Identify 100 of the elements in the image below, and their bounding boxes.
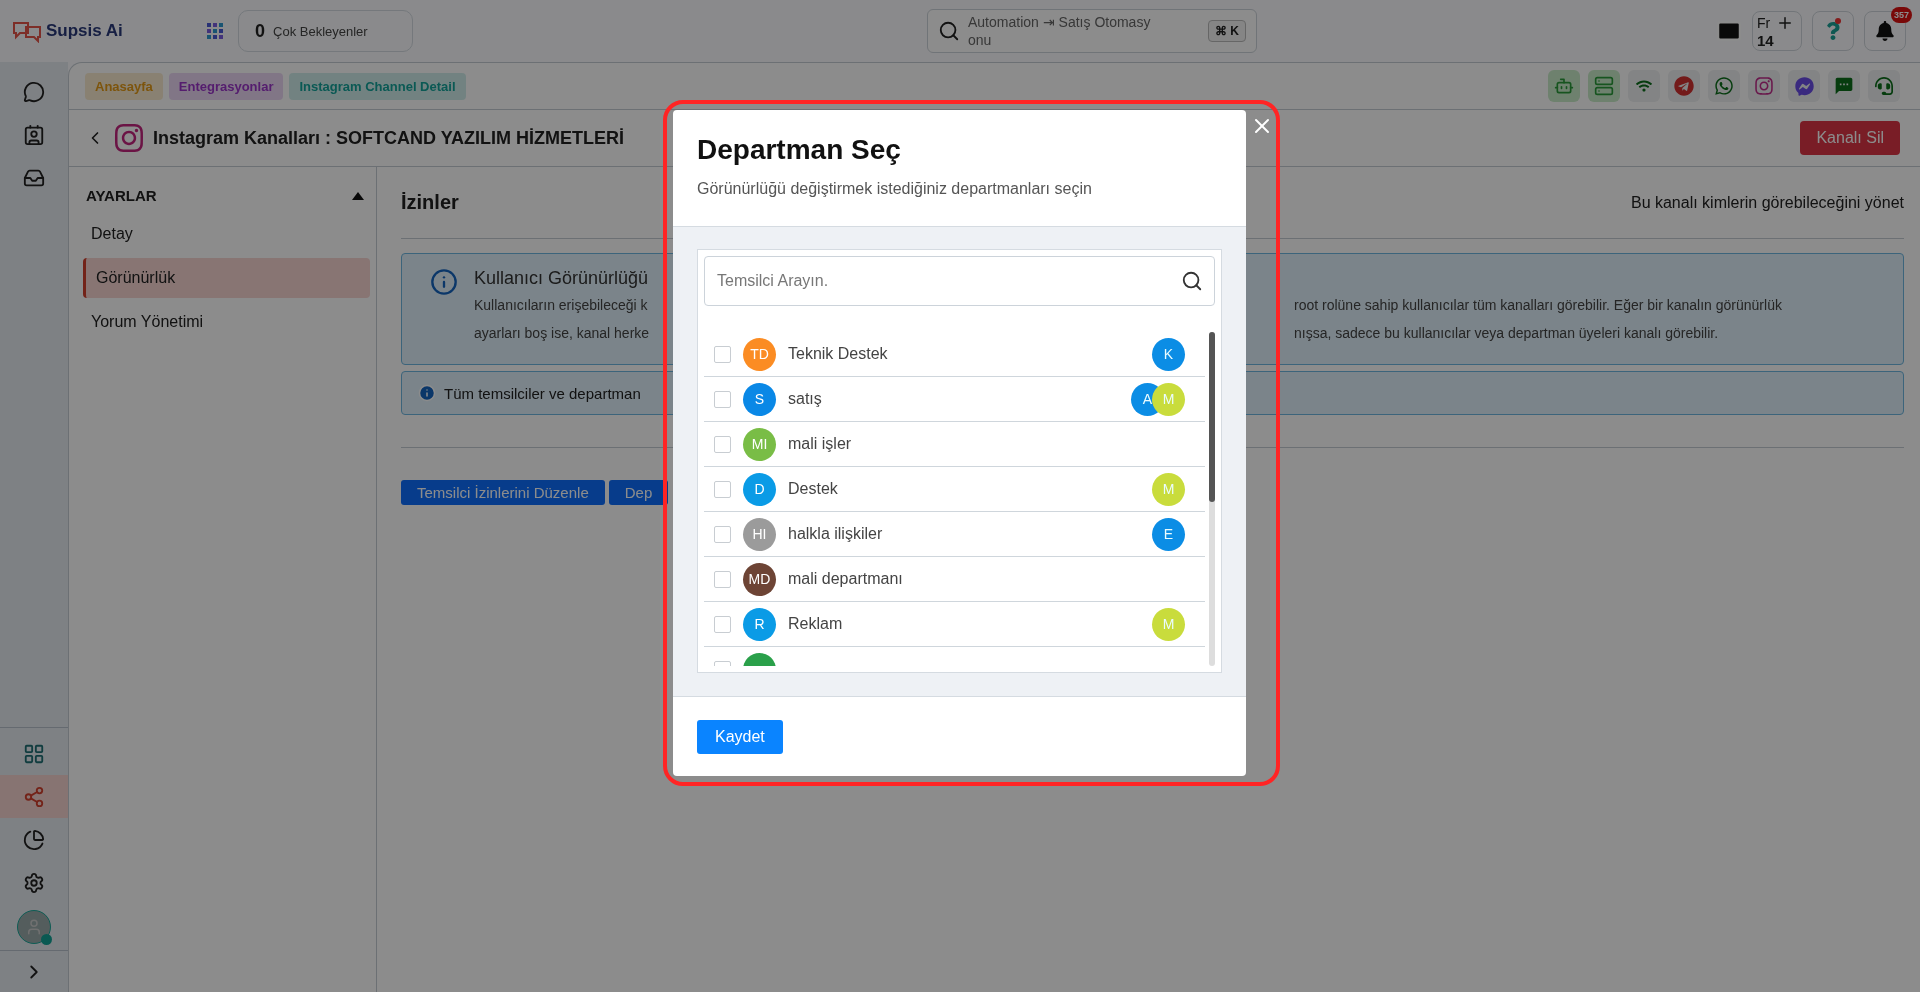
caret-icon[interactable] — [352, 191, 364, 200]
section-subtitle: Bu kanalı kimlerin görebileceğini yönet — [1630, 193, 1904, 212]
server-icon — [1594, 76, 1614, 96]
member-avatar: M — [1152, 472, 1185, 506]
profile-avatar[interactable] — [17, 910, 51, 944]
department-row[interactable]: S satış A M — [704, 377, 1205, 422]
search-text: Automation ⇥ Satış Otomasyonu — [968, 13, 1152, 49]
channel-button[interactable] — [1788, 70, 1820, 102]
scrollbar[interactable] — [1209, 332, 1215, 666]
edit-button[interactable]: Dep — [608, 480, 669, 505]
logo-text: Supsis Ai — [46, 21, 123, 41]
department-avatar: MI — [743, 427, 776, 461]
question-icon — [1824, 22, 1842, 40]
calendar-day: Fr — [1757, 15, 1777, 31]
checkbox[interactable] — [714, 345, 731, 363]
share-icon — [23, 785, 45, 808]
department-name: Reklam — [788, 615, 843, 633]
department-row[interactable]: D Destek M — [704, 467, 1205, 512]
headset-icon — [1875, 77, 1893, 95]
info-title: Kullanıcı Görünürlüğü — [474, 268, 649, 289]
shortcut-key: ⌘ K — [1208, 20, 1246, 42]
waiting-button[interactable]: 0 Çok Bekleyenler — [238, 10, 413, 52]
calendar-button[interactable]: Fr 14 — [1752, 11, 1802, 51]
channel-button[interactable] — [1708, 70, 1740, 102]
department-name: mali işler — [788, 435, 852, 453]
department-name: halkla ilişkiler — [788, 525, 883, 543]
wifi-icon — [1636, 78, 1652, 94]
department-row[interactable]: TD Teknik Destek K — [704, 332, 1205, 377]
nav-button[interactable] — [0, 775, 68, 818]
bell-icon — [1875, 21, 1895, 41]
channel-button[interactable] — [1668, 70, 1700, 102]
department-row[interactable]: MD mali departmanı — [704, 557, 1205, 602]
search-icon — [938, 20, 960, 42]
checkbox[interactable] — [714, 480, 731, 498]
search-icon — [1181, 270, 1203, 292]
settings-item[interactable]: Yorum Yönetimi — [83, 302, 370, 342]
department-avatar: TD — [743, 337, 776, 371]
member-avatar: M — [1152, 607, 1185, 641]
waiting-label: Çok Bekleyenler — [273, 23, 368, 39]
grid-icon — [23, 742, 45, 765]
save-button[interactable]: Kaydet — [697, 719, 783, 754]
department-row[interactable]: HI halkla ilişkiler E — [704, 512, 1205, 557]
department-avatar: D — [743, 472, 776, 506]
checkbox[interactable] — [714, 435, 731, 453]
channel-button[interactable] — [1828, 70, 1860, 102]
info-text: root rolüne sahip kullanıcılar tüm kanalları görebilir. Eğer bir kanalın görünürlük — [1294, 296, 1782, 315]
person-icon — [25, 918, 43, 936]
page-title: Instagram Kanalları : SOFTCAND YAZILIM HİZMETLERİ — [153, 127, 625, 149]
lightning-bubble-icon — [1794, 76, 1814, 96]
alert-dot — [1835, 18, 1841, 24]
checkbox[interactable] — [714, 390, 731, 408]
notification-count: 357 — [1890, 7, 1912, 23]
camera-icon — [113, 122, 145, 154]
department-row[interactable]: R Reklam M — [704, 602, 1205, 647]
info-text: nışsa, sadece bu kullanıcılar veya departman üyeleri kanalı görebilir. — [1294, 324, 1720, 343]
department-name: Teknik Destek — [788, 345, 888, 363]
department-avatar: MD — [743, 562, 776, 596]
search-field[interactable]: Automation ⇥ Satış Otomasyonu ⌘ K — [927, 9, 1257, 53]
checkbox[interactable] — [714, 570, 731, 588]
checkbox[interactable] — [714, 525, 731, 543]
calendar-date: 14 — [1757, 32, 1775, 48]
settings-item[interactable]: Detay — [83, 214, 370, 254]
waiting-count: 0 — [255, 20, 265, 42]
pie-chart-icon — [23, 828, 45, 851]
help-button[interactable] — [1812, 11, 1854, 51]
logo-icon — [12, 19, 42, 43]
dialog-subtitle: Görünürlüğü değiştirmek istediğiniz departmanları seçin — [697, 180, 1093, 198]
department-name: satış — [788, 390, 822, 408]
member-avatar: K — [1152, 337, 1185, 371]
dialog-title: Departman Seç — [697, 134, 902, 166]
channel-button[interactable] — [1628, 70, 1660, 102]
channel-button[interactable] — [1868, 70, 1900, 102]
channel-button[interactable] — [1748, 70, 1780, 102]
paper-plane-icon — [1674, 76, 1694, 96]
channel-button[interactable] — [1588, 70, 1620, 102]
checkbox[interactable] — [714, 615, 731, 633]
department-name: Destek — [788, 480, 838, 498]
notice-text: Tüm temsilciler ve departman — [444, 384, 641, 402]
edit-button[interactable]: Temsilci İzinlerini Düzenle — [401, 480, 605, 505]
settings-heading: AYARLAR — [86, 187, 157, 204]
robot-icon — [1554, 76, 1574, 96]
chat-bubble-icon — [1834, 76, 1854, 96]
member-avatar: E — [1152, 517, 1185, 551]
delete-channel-button[interactable]: Kanalı Sil — [1800, 121, 1900, 155]
search-field[interactable]: Temsilci Arayın. — [704, 256, 1215, 306]
apps-grid-icon[interactable] — [206, 22, 224, 40]
section-title: İzinler — [401, 191, 459, 214]
channel-button[interactable] — [1548, 70, 1580, 102]
department-row[interactable]: MI mali işler — [704, 422, 1205, 467]
member-avatar: M — [1152, 382, 1185, 416]
contact-card-icon — [23, 123, 45, 146]
department-avatar: S — [743, 382, 776, 416]
settings-item[interactable]: Görünürlük — [83, 258, 370, 298]
camera-icon — [1754, 76, 1774, 96]
department-avatar: R — [743, 607, 776, 641]
settings-icon — [23, 871, 45, 894]
info-text: ayarları boş ise, kanal herke — [474, 324, 651, 343]
info-text: Kullanıcıların erişebileceği k — [474, 296, 649, 315]
chat-icon — [23, 80, 45, 103]
info-icon — [430, 268, 458, 296]
